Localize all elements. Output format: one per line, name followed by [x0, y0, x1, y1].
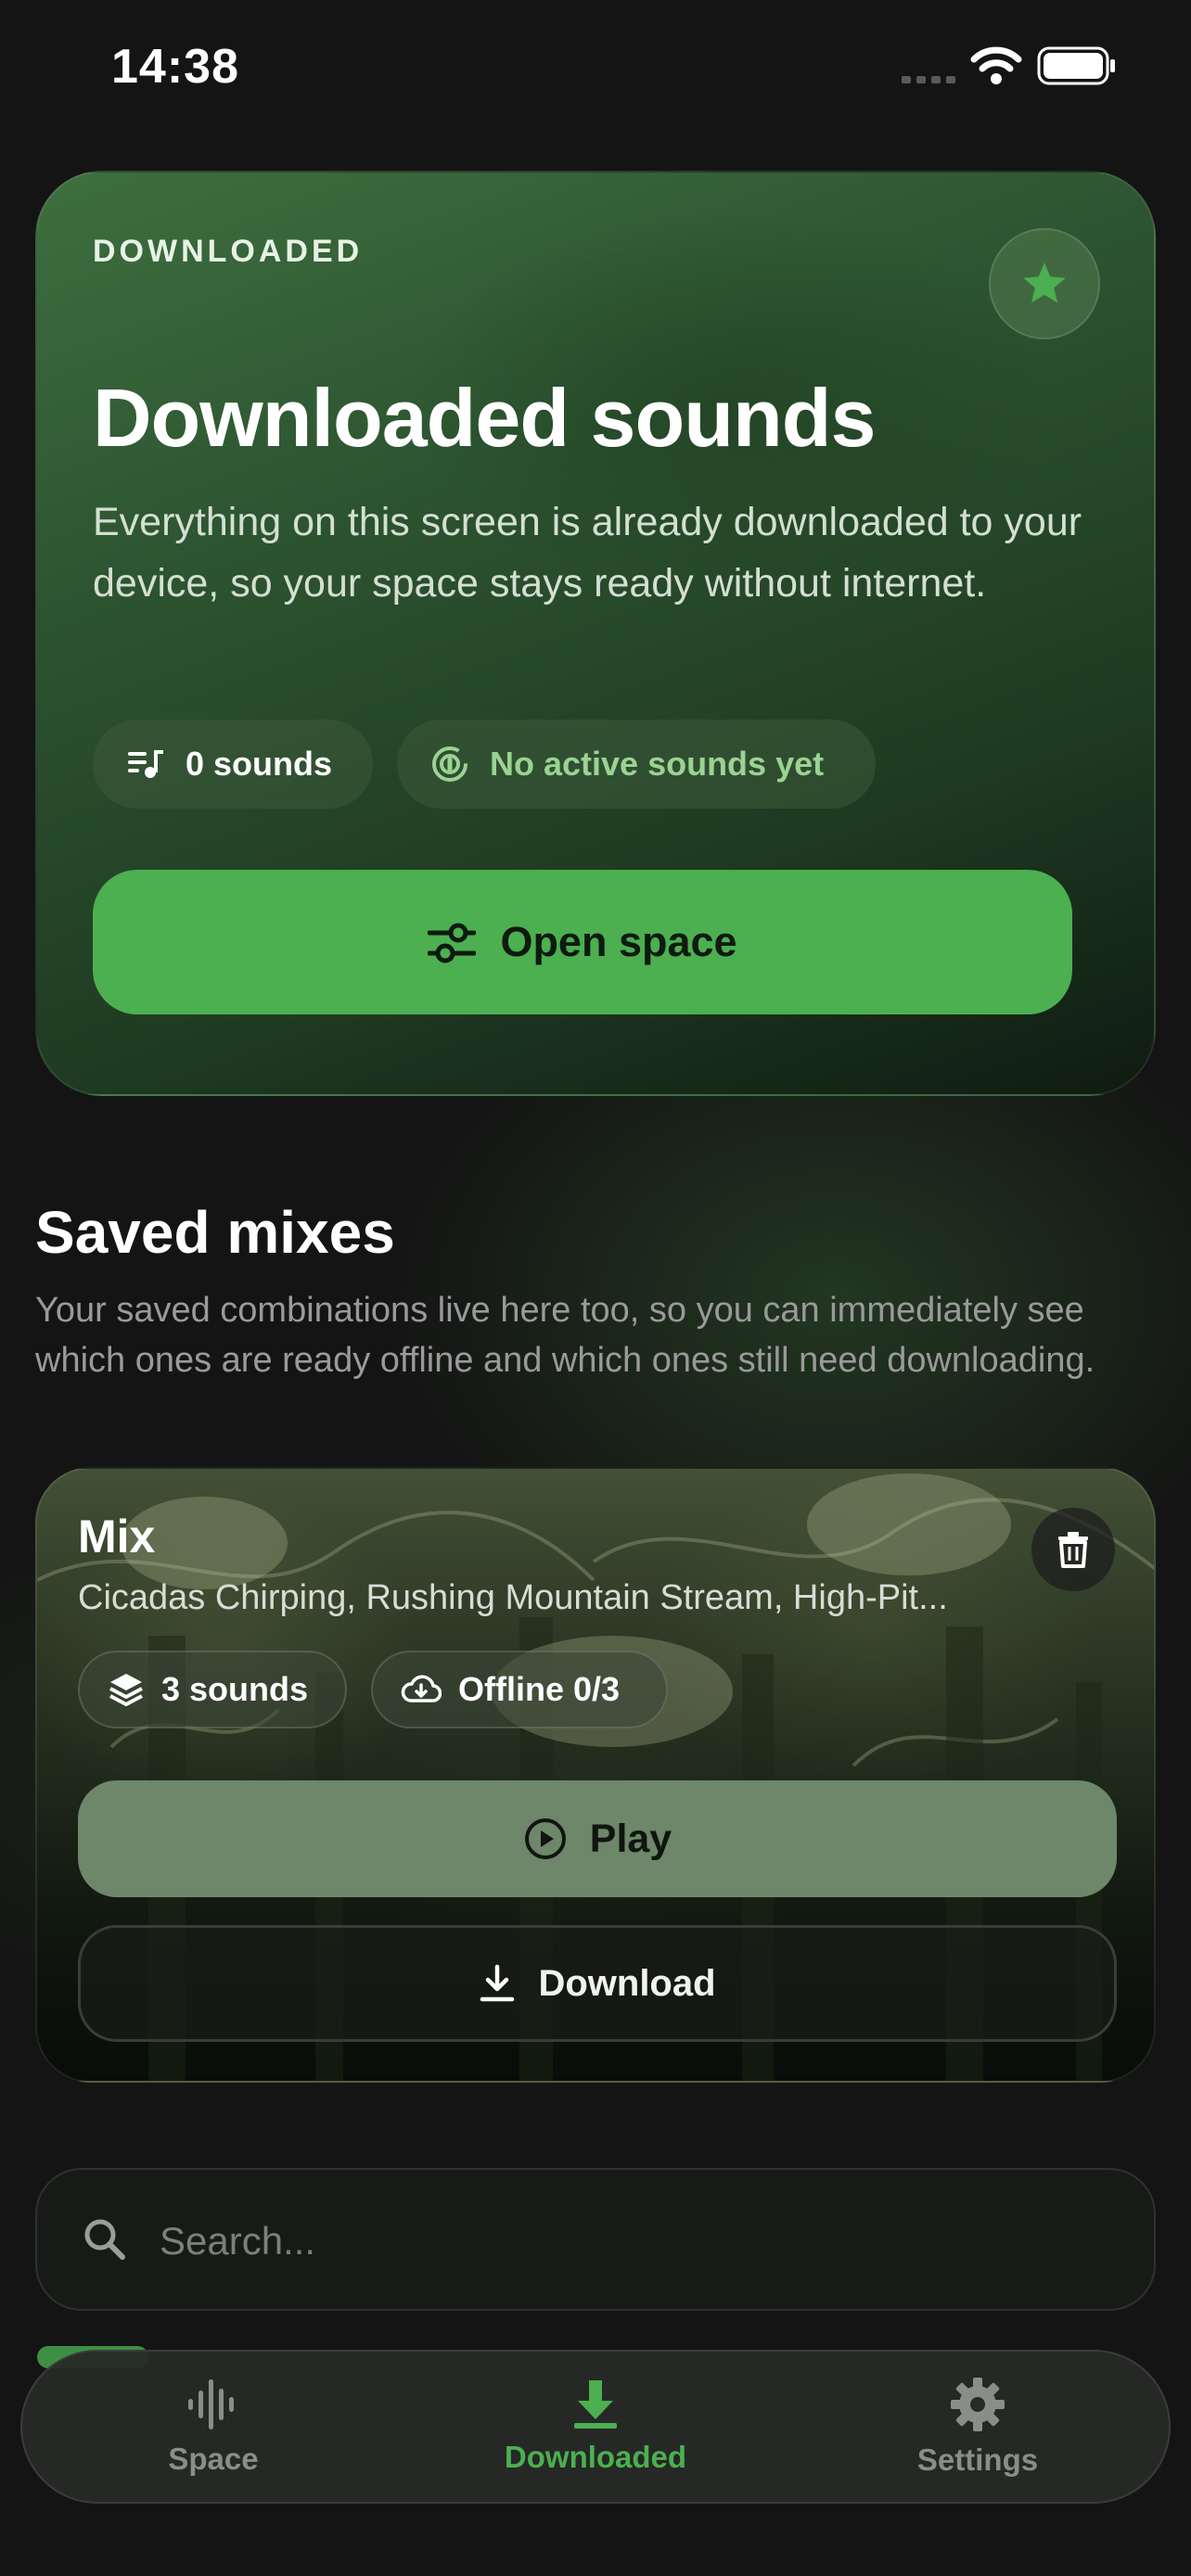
play-mix-button[interactable]: Play	[78, 1780, 1117, 1897]
download-mix-button[interactable]: Download	[78, 1925, 1117, 2042]
mix-title: Mix	[78, 1511, 156, 1562]
waveform-icon	[188, 2379, 234, 2429]
tab-space[interactable]: Space	[22, 2352, 404, 2502]
play-label: Play	[589, 1816, 672, 1861]
hero-eyebrow: DOWNLOADED	[93, 234, 364, 269]
wifi-icon	[970, 46, 1022, 84]
mix-offline-chip: Offline 0/3	[371, 1651, 668, 1728]
status-time: 14:38	[111, 40, 239, 94]
trash-icon	[1058, 1532, 1088, 1568]
tab-settings[interactable]: Settings	[787, 2352, 1169, 2502]
gear-icon	[951, 2378, 1005, 2431]
status-bar: 14:38	[0, 0, 1191, 139]
mix-sounds-list: Cicadas Chirping, Rushing Mountain Strea…	[78, 1578, 948, 1617]
sounds-count-chip: 0 sounds	[93, 720, 373, 809]
search-input[interactable]	[160, 2198, 1106, 2285]
download-label: Download	[538, 1962, 716, 2004]
saved-mixes-description: Your saved combinations live here too, s…	[35, 1291, 1095, 1380]
open-space-label: Open space	[500, 918, 737, 965]
tab-downloaded-label: Downloaded	[504, 2440, 687, 2474]
favorite-button[interactable]	[989, 228, 1100, 339]
hero-description: Everything on this screen is already dow…	[93, 500, 1082, 606]
search-bar[interactable]	[35, 2168, 1156, 2311]
hero-title: Downloaded sounds	[93, 372, 876, 464]
mix-sounds-label: 3 sounds	[161, 1670, 309, 1708]
tab-space-label: Space	[168, 2442, 259, 2476]
mix-sounds-chip: 3 sounds	[78, 1651, 347, 1728]
playlist-music-icon	[128, 750, 163, 778]
battery-icon	[1037, 46, 1115, 85]
bottom-tab-bar: Space Downloaded Settings	[20, 2350, 1171, 2504]
open-space-button[interactable]: Open space	[93, 870, 1072, 1014]
download-icon	[574, 2380, 617, 2429]
search-icon	[84, 2219, 125, 2260]
sliders-icon	[428, 923, 477, 963]
active-sounds-chip: No active sounds yet	[397, 720, 876, 809]
downloaded-hero-card: DOWNLOADED Downloaded sounds Everything …	[35, 171, 1156, 1096]
tab-downloaded[interactable]: Downloaded	[404, 2352, 787, 2502]
star-icon	[1023, 262, 1066, 303]
active-sounds-label: No active sounds yet	[490, 745, 825, 783]
tab-settings-label: Settings	[916, 2442, 1039, 2477]
saved-mixes-title: Saved mixes	[35, 1199, 395, 1266]
download-icon	[480, 1964, 515, 2002]
signal-icon	[902, 76, 955, 83]
activity-rings-icon	[432, 746, 467, 782]
cloud-download-icon	[401, 1675, 442, 1702]
play-circle-icon	[524, 1818, 566, 1859]
layers-icon	[109, 1674, 143, 1706]
mix-card[interactable]: Mix Cicadas Chirping, Rushing Mountain S…	[35, 1467, 1156, 2083]
mix-offline-label: Offline 0/3	[458, 1670, 621, 1708]
sounds-count-label: 0 sounds	[186, 745, 333, 783]
delete-mix-button[interactable]	[1031, 1508, 1115, 1591]
